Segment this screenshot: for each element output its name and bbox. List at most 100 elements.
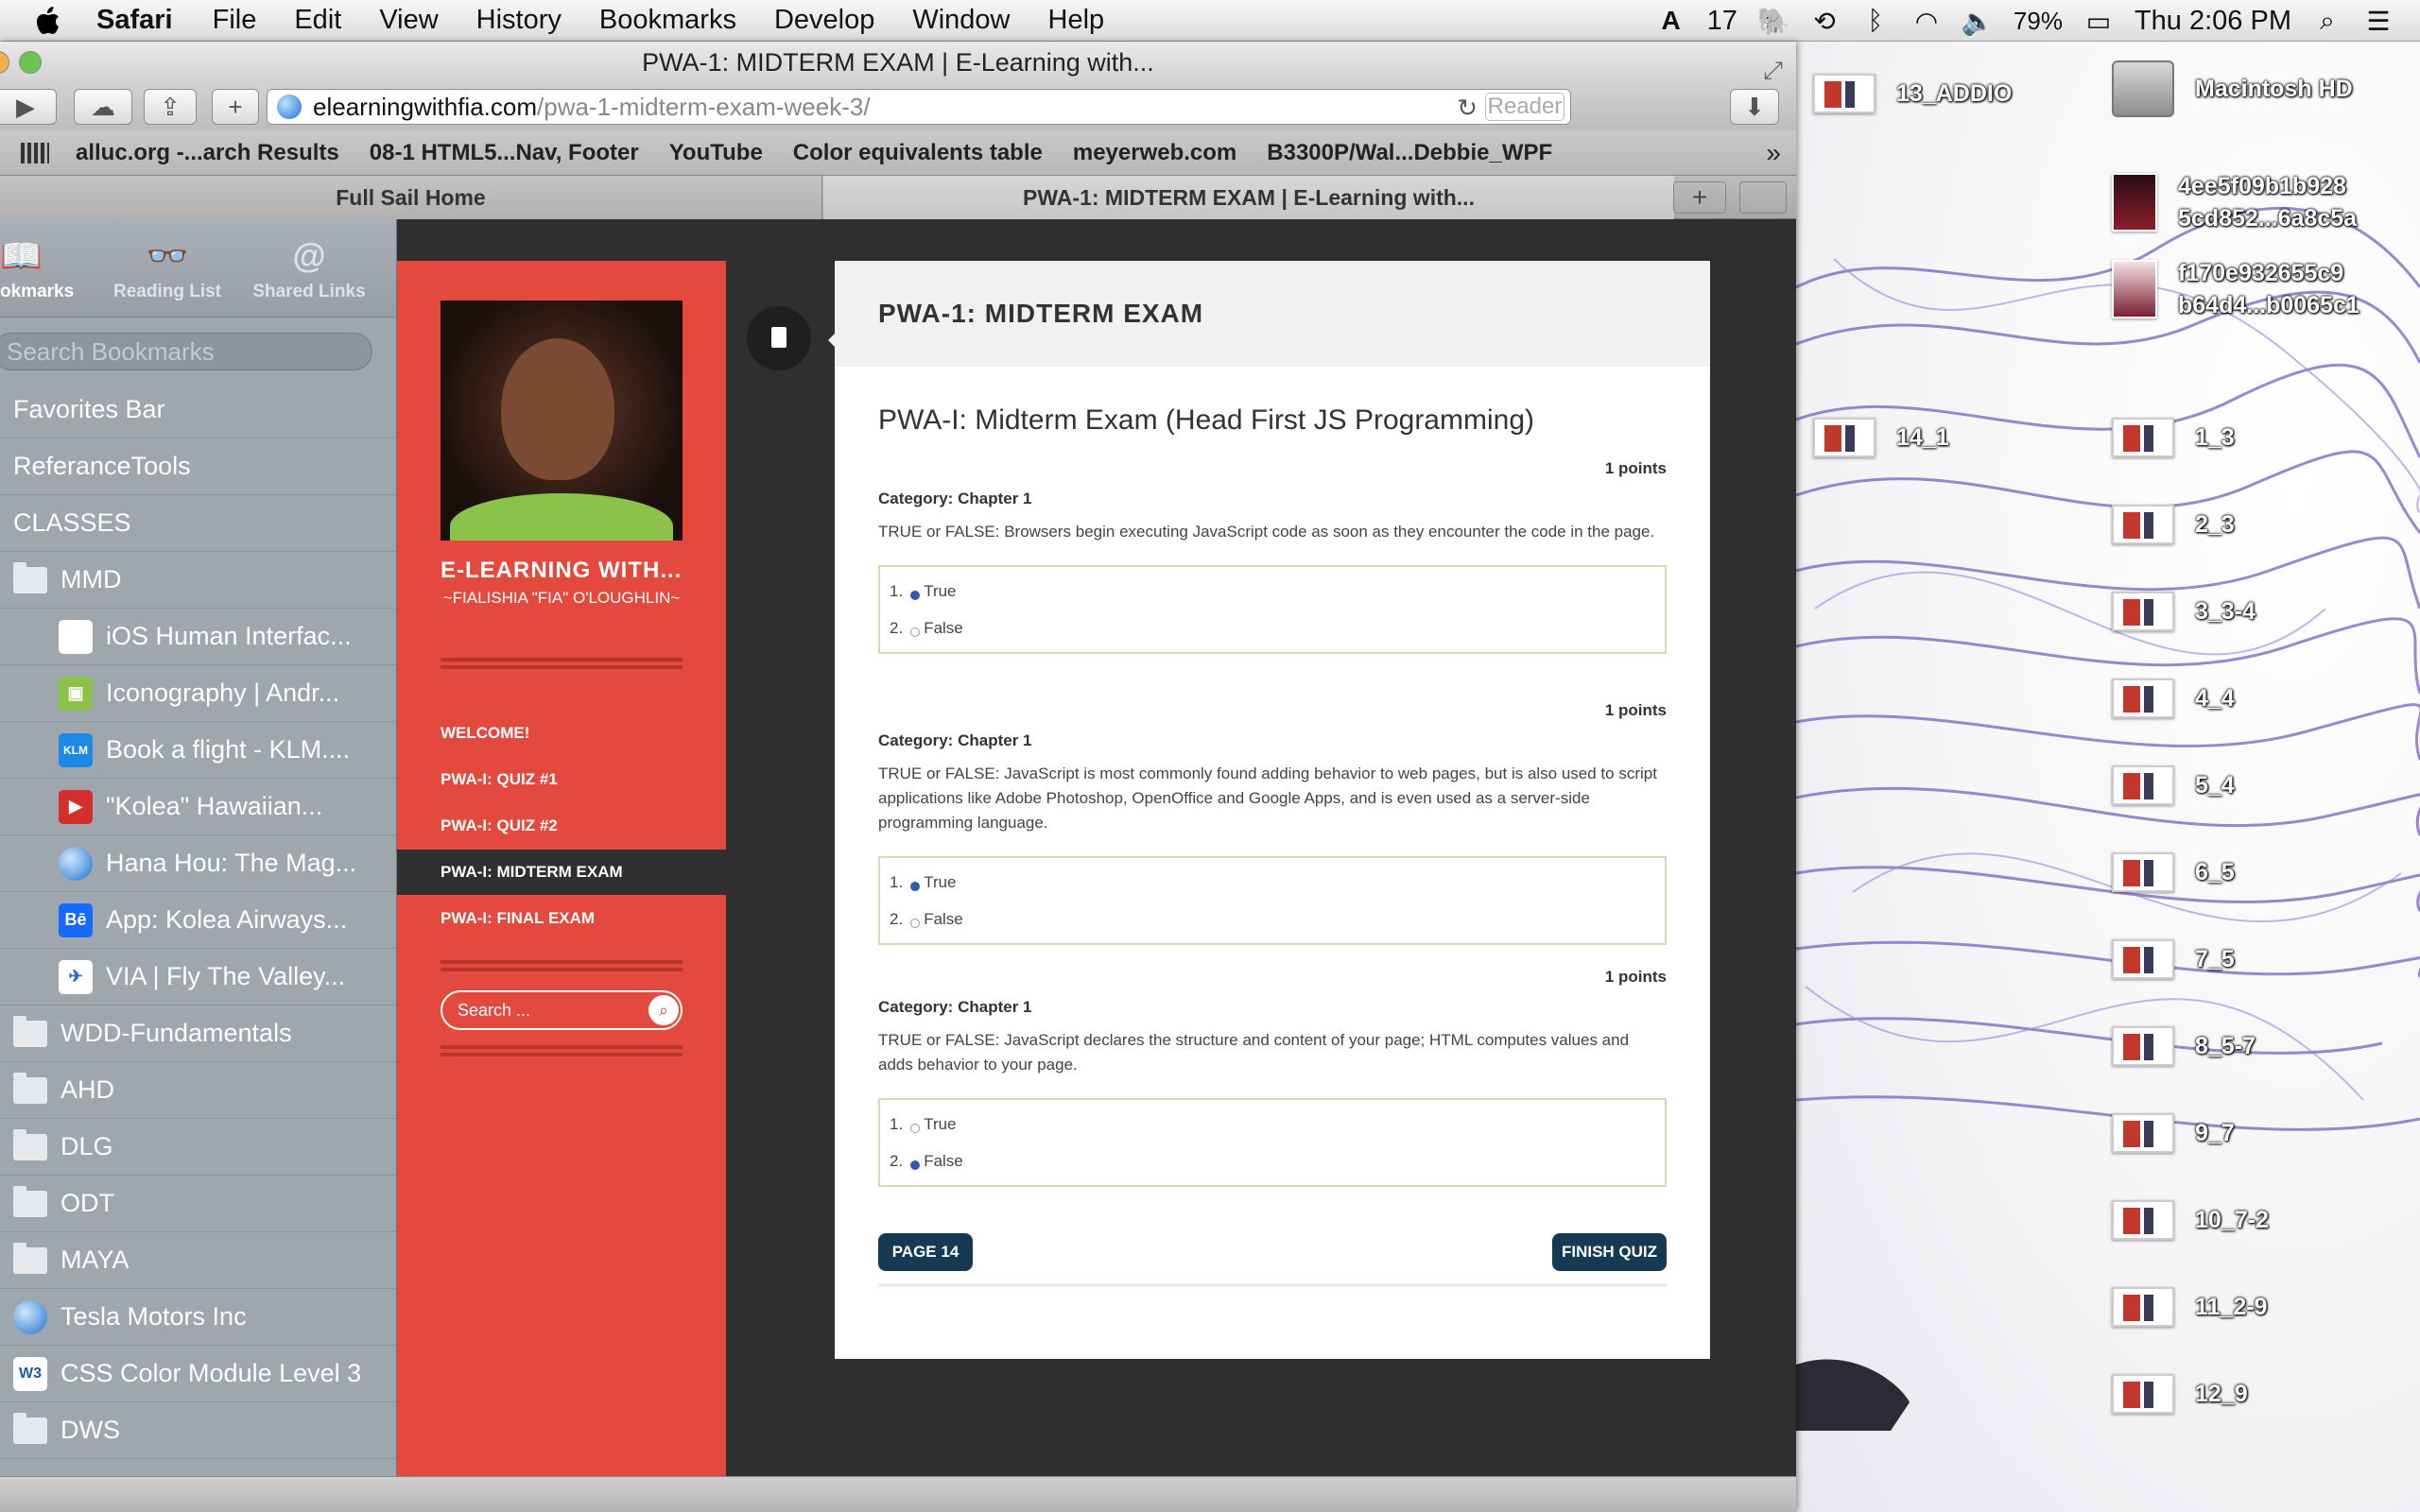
menu-bookmarks[interactable]: Bookmarks	[599, 5, 736, 36]
menu-develop[interactable]: Develop	[774, 5, 874, 36]
desktop-icon-9-7[interactable]: 9_7	[2112, 1113, 2235, 1153]
sidebar-item-dlg[interactable]: DLG	[0, 1119, 396, 1176]
bookmark-html5-nav[interactable]: 08-1 HTML5...Nav, Footer	[370, 140, 639, 166]
tab-bookmarks[interactable]: 📖 okmarks	[0, 219, 96, 317]
tab-overview-button[interactable]	[1739, 181, 1787, 214]
reload-icon[interactable]: ↻	[1457, 94, 1478, 123]
menu-view[interactable]: View	[379, 5, 438, 36]
desktop-icon-6-5[interactable]: 6_5	[2112, 852, 2235, 892]
menu-help[interactable]: Help	[1048, 5, 1105, 36]
sidebar-item-kolea-airways[interactable]: Bē App: Kolea Airways...	[0, 892, 396, 949]
nav-final-exam[interactable]: PWA-I: FINAL EXAM	[397, 896, 726, 941]
menu-file[interactable]: File	[213, 5, 257, 36]
top-sites-icon[interactable]	[21, 142, 49, 163]
sidebar-item-mmd[interactable]: MMD	[0, 552, 396, 609]
chevron-more-icon[interactable]: »	[1766, 138, 1781, 168]
sidebar-item-ios-hig[interactable]: iOS Human Interfac...	[0, 609, 396, 665]
desktop-icon-image-1[interactable]: 4ee5f09b1b928 5cd852...6a8c5a	[2112, 170, 2357, 234]
radio-button[interactable]	[910, 590, 921, 600]
desktop-icon-14-1[interactable]: 14_1	[1813, 418, 1949, 457]
sidebar-item-via[interactable]: ✈ VIA | Fly The Valley...	[0, 949, 396, 1005]
menu-window[interactable]: Window	[912, 5, 1010, 36]
bookmark-meyerweb[interactable]: meyerweb.com	[1073, 140, 1236, 166]
answer-option[interactable]: 1. True	[890, 1106, 1655, 1143]
sidebar-item-css-color[interactable]: W3 CSS Color Module Level 3	[0, 1346, 396, 1402]
desktop-icon-macintosh-hd[interactable]: Macintosh HD	[2112, 60, 2353, 117]
site-search-input[interactable]: Search ... ⌕	[441, 990, 683, 1030]
bookmark-youtube[interactable]: YouTube	[669, 140, 763, 166]
answer-option[interactable]: 1. True	[890, 864, 1655, 901]
desktop-icon-13-addio[interactable]: 13_ADDIO	[1813, 74, 2012, 113]
tab-shared-links[interactable]: @ Shared Links	[238, 219, 380, 317]
bookmark-b3300p[interactable]: B3300P/Wal...Debbie_WPF	[1267, 140, 1552, 166]
battery-icon[interactable]: ▭	[2083, 6, 2114, 36]
sidebar-item-klm[interactable]: KLM Book a flight - KLM....	[0, 722, 396, 779]
desktop-icon-8-5-7[interactable]: 8_5-7	[2112, 1026, 2256, 1066]
sidebar-item-iconography[interactable]: ▣ Iconography | Andr...	[0, 665, 396, 722]
nav-welcome[interactable]: WELCOME!	[397, 711, 726, 756]
window-titlebar[interactable]: PWA-1: MIDTERM EXAM | E-Learning with...…	[0, 42, 1796, 84]
address-bar[interactable]: elearningwithfia.com /pwa-1-midterm-exam…	[267, 89, 1571, 125]
tab-midterm-exam[interactable]: PWA-1: MIDTERM EXAM | E-Learning with...	[823, 176, 1674, 219]
radio-button[interactable]	[910, 1123, 921, 1133]
add-bookmark-button[interactable]: +	[212, 89, 259, 125]
notification-center-icon[interactable]: ☰	[2363, 6, 2394, 36]
tab-full-sail-home[interactable]: Full Sail Home	[0, 176, 822, 219]
sidebar-item-hana-hou[interactable]: Hana Hou: The Mag...	[0, 835, 396, 892]
nav-midterm-exam[interactable]: PWA-I: MIDTERM EXAM	[397, 850, 726, 895]
nav-quiz-1[interactable]: PWA-I: QUIZ #1	[397, 757, 726, 802]
tab-reading-list[interactable]: 👓 Reading List	[96, 219, 238, 317]
forward-button[interactable]: ▶	[0, 89, 57, 125]
search-icon[interactable]: ⌕	[648, 995, 679, 1025]
menu-history[interactable]: History	[476, 5, 562, 36]
clock[interactable]: Thu 2:06 PM	[2135, 6, 2291, 37]
downloads-button[interactable]: ⬇	[1730, 89, 1779, 125]
answer-option[interactable]: 2. False	[890, 610, 1655, 646]
desktop-icon-3-3-4[interactable]: 3_3-4	[2112, 592, 2256, 631]
zoom-window-button[interactable]	[19, 51, 42, 74]
menu-app-safari[interactable]: Safari	[96, 5, 173, 36]
page-button[interactable]: PAGE 14	[878, 1233, 973, 1271]
bookmark-color-table[interactable]: Color equivalents table	[793, 140, 1043, 166]
desktop-icon-1-3[interactable]: 1_3	[2112, 418, 2235, 457]
sidebar-item-wdd[interactable]: WDD-Fundamentals	[0, 1005, 396, 1062]
icloud-tabs-button[interactable]: ☁	[74, 89, 132, 125]
radio-button[interactable]	[910, 918, 921, 928]
desktop-icon-11-2-9[interactable]: 11_2-9	[2112, 1287, 2267, 1327]
time-machine-icon[interactable]: ⟲	[1809, 6, 1840, 36]
sidebar-item-kolea-video[interactable]: ▶ "Kolea" Hawaiian...	[0, 779, 396, 835]
search-bookmarks-input[interactable]: Search Bookmarks	[0, 333, 372, 370]
answer-option[interactable]: 2. False	[890, 1143, 1655, 1179]
desktop-icon-12-9[interactable]: 12_9	[2112, 1374, 2248, 1414]
spotlight-search-icon[interactable]: ⌕	[2312, 6, 2342, 36]
sidebar-item-odt[interactable]: ODT	[0, 1176, 396, 1232]
new-tab-button[interactable]: +	[1673, 181, 1726, 214]
adobe-icon[interactable]: A	[1656, 6, 1686, 36]
desktop-icon-4-4[interactable]: 4_4	[2112, 679, 2235, 718]
bookmark-alluc[interactable]: alluc.org -...arch Results	[76, 140, 339, 166]
site-title[interactable]: E-LEARNING WITH...	[441, 558, 686, 584]
answer-option[interactable]: 2. False	[890, 901, 1655, 937]
radio-button[interactable]	[910, 881, 921, 891]
volume-icon[interactable]: 🔈	[1961, 6, 1994, 36]
desktop-icon-image-2[interactable]: f170e932655c9 b64d4...b0065c1	[2112, 257, 2360, 321]
desktop-icon-5-4[interactable]: 5_4	[2112, 765, 2235, 805]
desktop-icon-10-7-2[interactable]: 10_7-2	[2112, 1200, 2269, 1240]
apple-icon[interactable]	[36, 6, 60, 35]
radio-button[interactable]	[910, 1160, 921, 1170]
sidebar-item-ahd[interactable]: AHD	[0, 1062, 396, 1119]
radio-button[interactable]	[910, 627, 921, 637]
sidebar-item-classes[interactable]: CLASSES	[0, 495, 396, 552]
sidebar-item-favorites-bar[interactable]: Favorites Bar	[0, 382, 396, 438]
bluetooth-icon[interactable]: ᛒ	[1860, 6, 1891, 36]
finish-quiz-button[interactable]: FINISH QUIZ	[1552, 1233, 1667, 1271]
reader-button[interactable]: Reader	[1485, 93, 1564, 121]
sidebar-item-referancetools[interactable]: ReferanceTools	[0, 438, 396, 495]
nav-quiz-2[interactable]: PWA-I: QUIZ #2	[397, 803, 726, 849]
wifi-icon[interactable]: ◠	[1911, 6, 1942, 36]
desktop-icon-2-3[interactable]: 2_3	[2112, 505, 2235, 544]
desktop-icon-7-5[interactable]: 7_5	[2112, 939, 2235, 979]
menu-edit[interactable]: Edit	[294, 5, 341, 36]
sidebar-item-tesla[interactable]: Tesla Motors Inc	[0, 1289, 396, 1346]
close-window-button[interactable]	[0, 51, 9, 74]
